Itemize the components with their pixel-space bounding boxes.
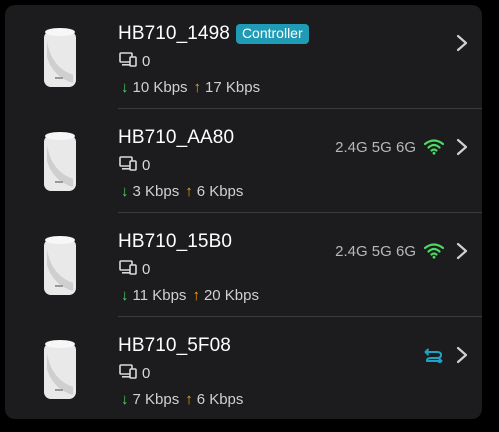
upload-speed: 17 Kbps	[205, 78, 261, 96]
chevron-right-icon[interactable]	[456, 138, 468, 156]
upload-speed: 6 Kbps	[196, 390, 244, 408]
device-name-line: HB710_AA80	[118, 125, 234, 151]
row-right-group	[444, 31, 468, 55]
upload-arrow-icon: ↑	[193, 78, 202, 96]
client-count: 0	[142, 260, 151, 278]
router-device-icon	[43, 27, 77, 89]
device-row-1498[interactable]: HB710_1498 Controller 0 ↓ 10 Kbps ↑ 17 K…	[5, 5, 482, 109]
download-speed: 3 Kbps	[132, 182, 180, 200]
chevron-right-icon[interactable]	[456, 346, 468, 364]
clients-line: 0	[119, 155, 151, 176]
upload-arrow-icon: ↑	[185, 390, 193, 408]
wifi-bands-label: 2.4G 5G 6G	[335, 242, 416, 260]
router-device-icon	[43, 235, 77, 297]
wifi-icon	[424, 139, 444, 155]
upload-speed: 20 Kbps	[203, 286, 259, 304]
device-name-line: HB710_5F08	[118, 333, 231, 359]
device-name: HB710_15B0	[118, 231, 233, 252]
clients-line: 0	[119, 259, 151, 280]
connected-devices-icon	[119, 155, 137, 176]
chevron-right-icon[interactable]	[456, 34, 468, 52]
router-device-icon	[43, 339, 77, 401]
upload-arrow-icon: ↑	[192, 286, 200, 304]
client-count: 0	[142, 52, 151, 70]
device-name: HB710_1498	[118, 23, 230, 44]
download-speed: 7 Kbps	[132, 390, 180, 408]
device-row-5f08[interactable]: HB710_5F08 0 ↓ 7 Kbps ↑ 6 Kbps	[5, 317, 482, 419]
download-arrow-icon: ↓	[121, 286, 129, 304]
speed-line: ↓ 11 Kbps ↑ 20 Kbps	[121, 285, 259, 305]
speed-line: ↓ 3 Kbps ↑ 6 Kbps	[121, 181, 243, 201]
connected-devices-icon	[119, 363, 137, 384]
row-right-group: 2.4G 5G 6G	[335, 135, 468, 159]
device-name: HB710_5F08	[118, 335, 231, 356]
speed-line: ↓ 7 Kbps ↑ 6 Kbps	[121, 389, 243, 409]
download-arrow-icon: ↓	[121, 182, 129, 200]
device-row-15b0[interactable]: HB710_15B0 0 ↓ 11 Kbps ↑ 20 Kbps 2.4G 5G…	[5, 213, 482, 317]
client-count: 0	[142, 364, 151, 382]
device-list-card: HB710_1498 Controller 0 ↓ 10 Kbps ↑ 17 K…	[5, 5, 482, 419]
clients-line: 0	[119, 363, 151, 384]
connected-devices-icon	[119, 259, 137, 280]
ethernet-backhaul-icon	[424, 347, 444, 363]
upload-speed: 6 Kbps	[196, 182, 244, 200]
clients-line: 0	[119, 51, 151, 72]
download-arrow-icon: ↓	[121, 390, 129, 408]
router-device-icon	[43, 131, 77, 193]
chevron-right-icon[interactable]	[456, 242, 468, 260]
download-arrow-icon: ↓	[121, 78, 129, 96]
device-name-line: HB710_15B0	[118, 229, 232, 255]
speed-line: ↓ 10 Kbps ↑ 17 Kbps	[121, 77, 260, 97]
device-row-aa80[interactable]: HB710_AA80 0 ↓ 3 Kbps ↑ 6 Kbps 2.4G 5G 6…	[5, 109, 482, 213]
wifi-icon	[424, 243, 444, 259]
download-speed: 10 Kbps	[132, 78, 188, 96]
client-count: 0	[142, 156, 151, 174]
device-name: HB710_AA80	[118, 127, 235, 148]
row-right-group	[424, 343, 468, 367]
download-speed: 11 Kbps	[132, 286, 187, 304]
upload-arrow-icon: ↑	[185, 182, 193, 200]
connected-devices-icon	[119, 51, 137, 72]
wifi-bands-label: 2.4G 5G 6G	[335, 138, 416, 156]
controller-badge: Controller	[235, 24, 309, 44]
row-right-group: 2.4G 5G 6G	[335, 239, 468, 263]
device-name-line: HB710_1498 Controller	[118, 21, 309, 47]
